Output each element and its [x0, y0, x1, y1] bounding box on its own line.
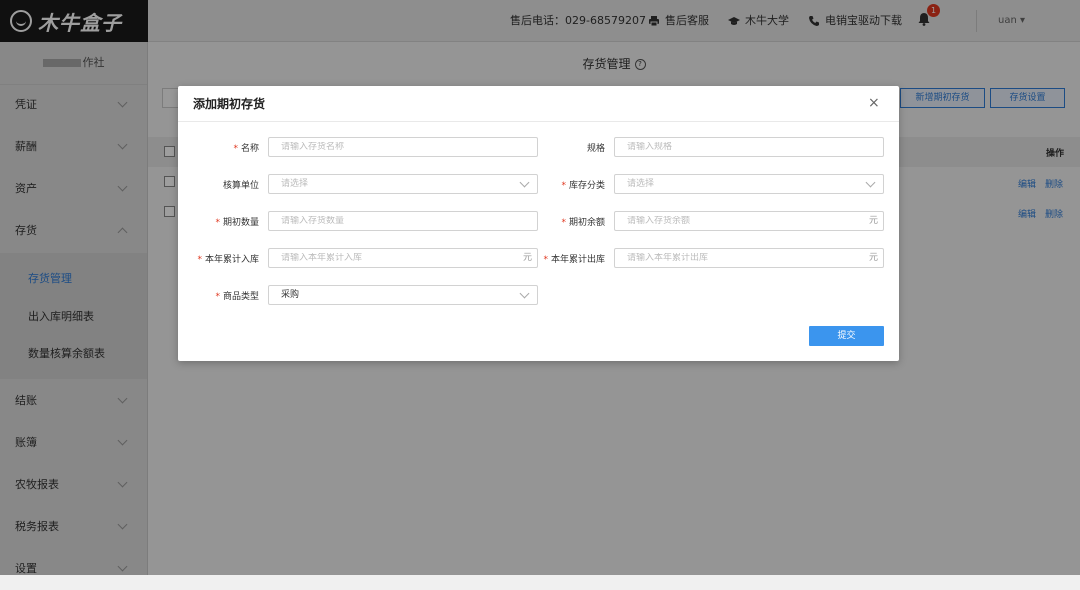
- required-marker: *: [197, 255, 202, 265]
- label-text: 名称: [240, 144, 259, 154]
- add-initial-inventory-dialog: 添加期初存货 × *名称 规格 核算单位 请选择 *库存分类 请选择 *期初数量…: [178, 86, 899, 361]
- field-label-init-qty: * 期初数量: [215, 215, 259, 228]
- chevron-down-icon: [865, 177, 876, 188]
- required-marker: *: [215, 292, 220, 302]
- field-label-init-balance: * 期初余额: [561, 215, 605, 228]
- year-in-field[interactable]: 元: [268, 248, 538, 268]
- required-marker: *: [215, 218, 220, 228]
- label-text: 商品类型: [222, 292, 259, 302]
- year-in-input[interactable]: [281, 253, 501, 263]
- spec-field[interactable]: [614, 137, 884, 157]
- dialog-title: 添加期初存货: [193, 97, 266, 111]
- category-select[interactable]: 请选择: [614, 174, 884, 194]
- goods-type-select[interactable]: 采购: [268, 285, 538, 305]
- field-label-year-in: * 本年累计入库: [197, 252, 259, 265]
- required-marker: *: [561, 218, 566, 228]
- select-placeholder: 请选择: [281, 179, 309, 189]
- submit-button[interactable]: 提交: [809, 326, 884, 346]
- init-balance-input[interactable]: [627, 216, 847, 226]
- select-placeholder: 请选择: [627, 179, 655, 189]
- name-field[interactable]: [268, 137, 538, 157]
- required-marker: *: [543, 255, 548, 265]
- field-label-name: * 名称: [233, 141, 259, 154]
- field-label-spec: 规格: [587, 141, 605, 154]
- init-qty-input[interactable]: [281, 216, 501, 226]
- required-marker: *: [561, 181, 566, 191]
- year-out-field[interactable]: 元: [614, 248, 884, 268]
- label-text: 库存分类: [568, 181, 605, 191]
- currency-unit: 元: [868, 216, 878, 226]
- currency-unit: 元: [868, 253, 878, 263]
- unit-select[interactable]: 请选择: [268, 174, 538, 194]
- field-label-year-out: * 本年累计出库: [543, 252, 605, 265]
- currency-unit: 元: [522, 253, 532, 263]
- label-text: 本年累计出库: [550, 255, 605, 265]
- init-qty-field[interactable]: [268, 211, 538, 231]
- label-text: 本年累计入库: [204, 255, 259, 265]
- field-label-category: * 库存分类: [561, 178, 605, 191]
- chevron-down-icon: [519, 177, 530, 188]
- field-label-unit: 核算单位: [223, 178, 259, 191]
- required-marker: *: [233, 144, 238, 154]
- field-label-goods-type: * 商品类型: [215, 289, 259, 302]
- label-text: 期初余额: [568, 218, 605, 228]
- close-icon[interactable]: ×: [868, 94, 880, 112]
- chevron-down-icon: [519, 288, 530, 299]
- label-text: 规格: [586, 144, 605, 154]
- init-balance-field[interactable]: 元: [614, 211, 884, 231]
- name-input[interactable]: [281, 142, 501, 152]
- year-out-input[interactable]: [627, 253, 847, 263]
- select-value: 采购: [281, 290, 300, 300]
- label-text: 核算单位: [222, 181, 259, 191]
- label-text: 期初数量: [222, 218, 259, 228]
- dialog-divider: [178, 121, 899, 122]
- spec-input[interactable]: [627, 142, 847, 152]
